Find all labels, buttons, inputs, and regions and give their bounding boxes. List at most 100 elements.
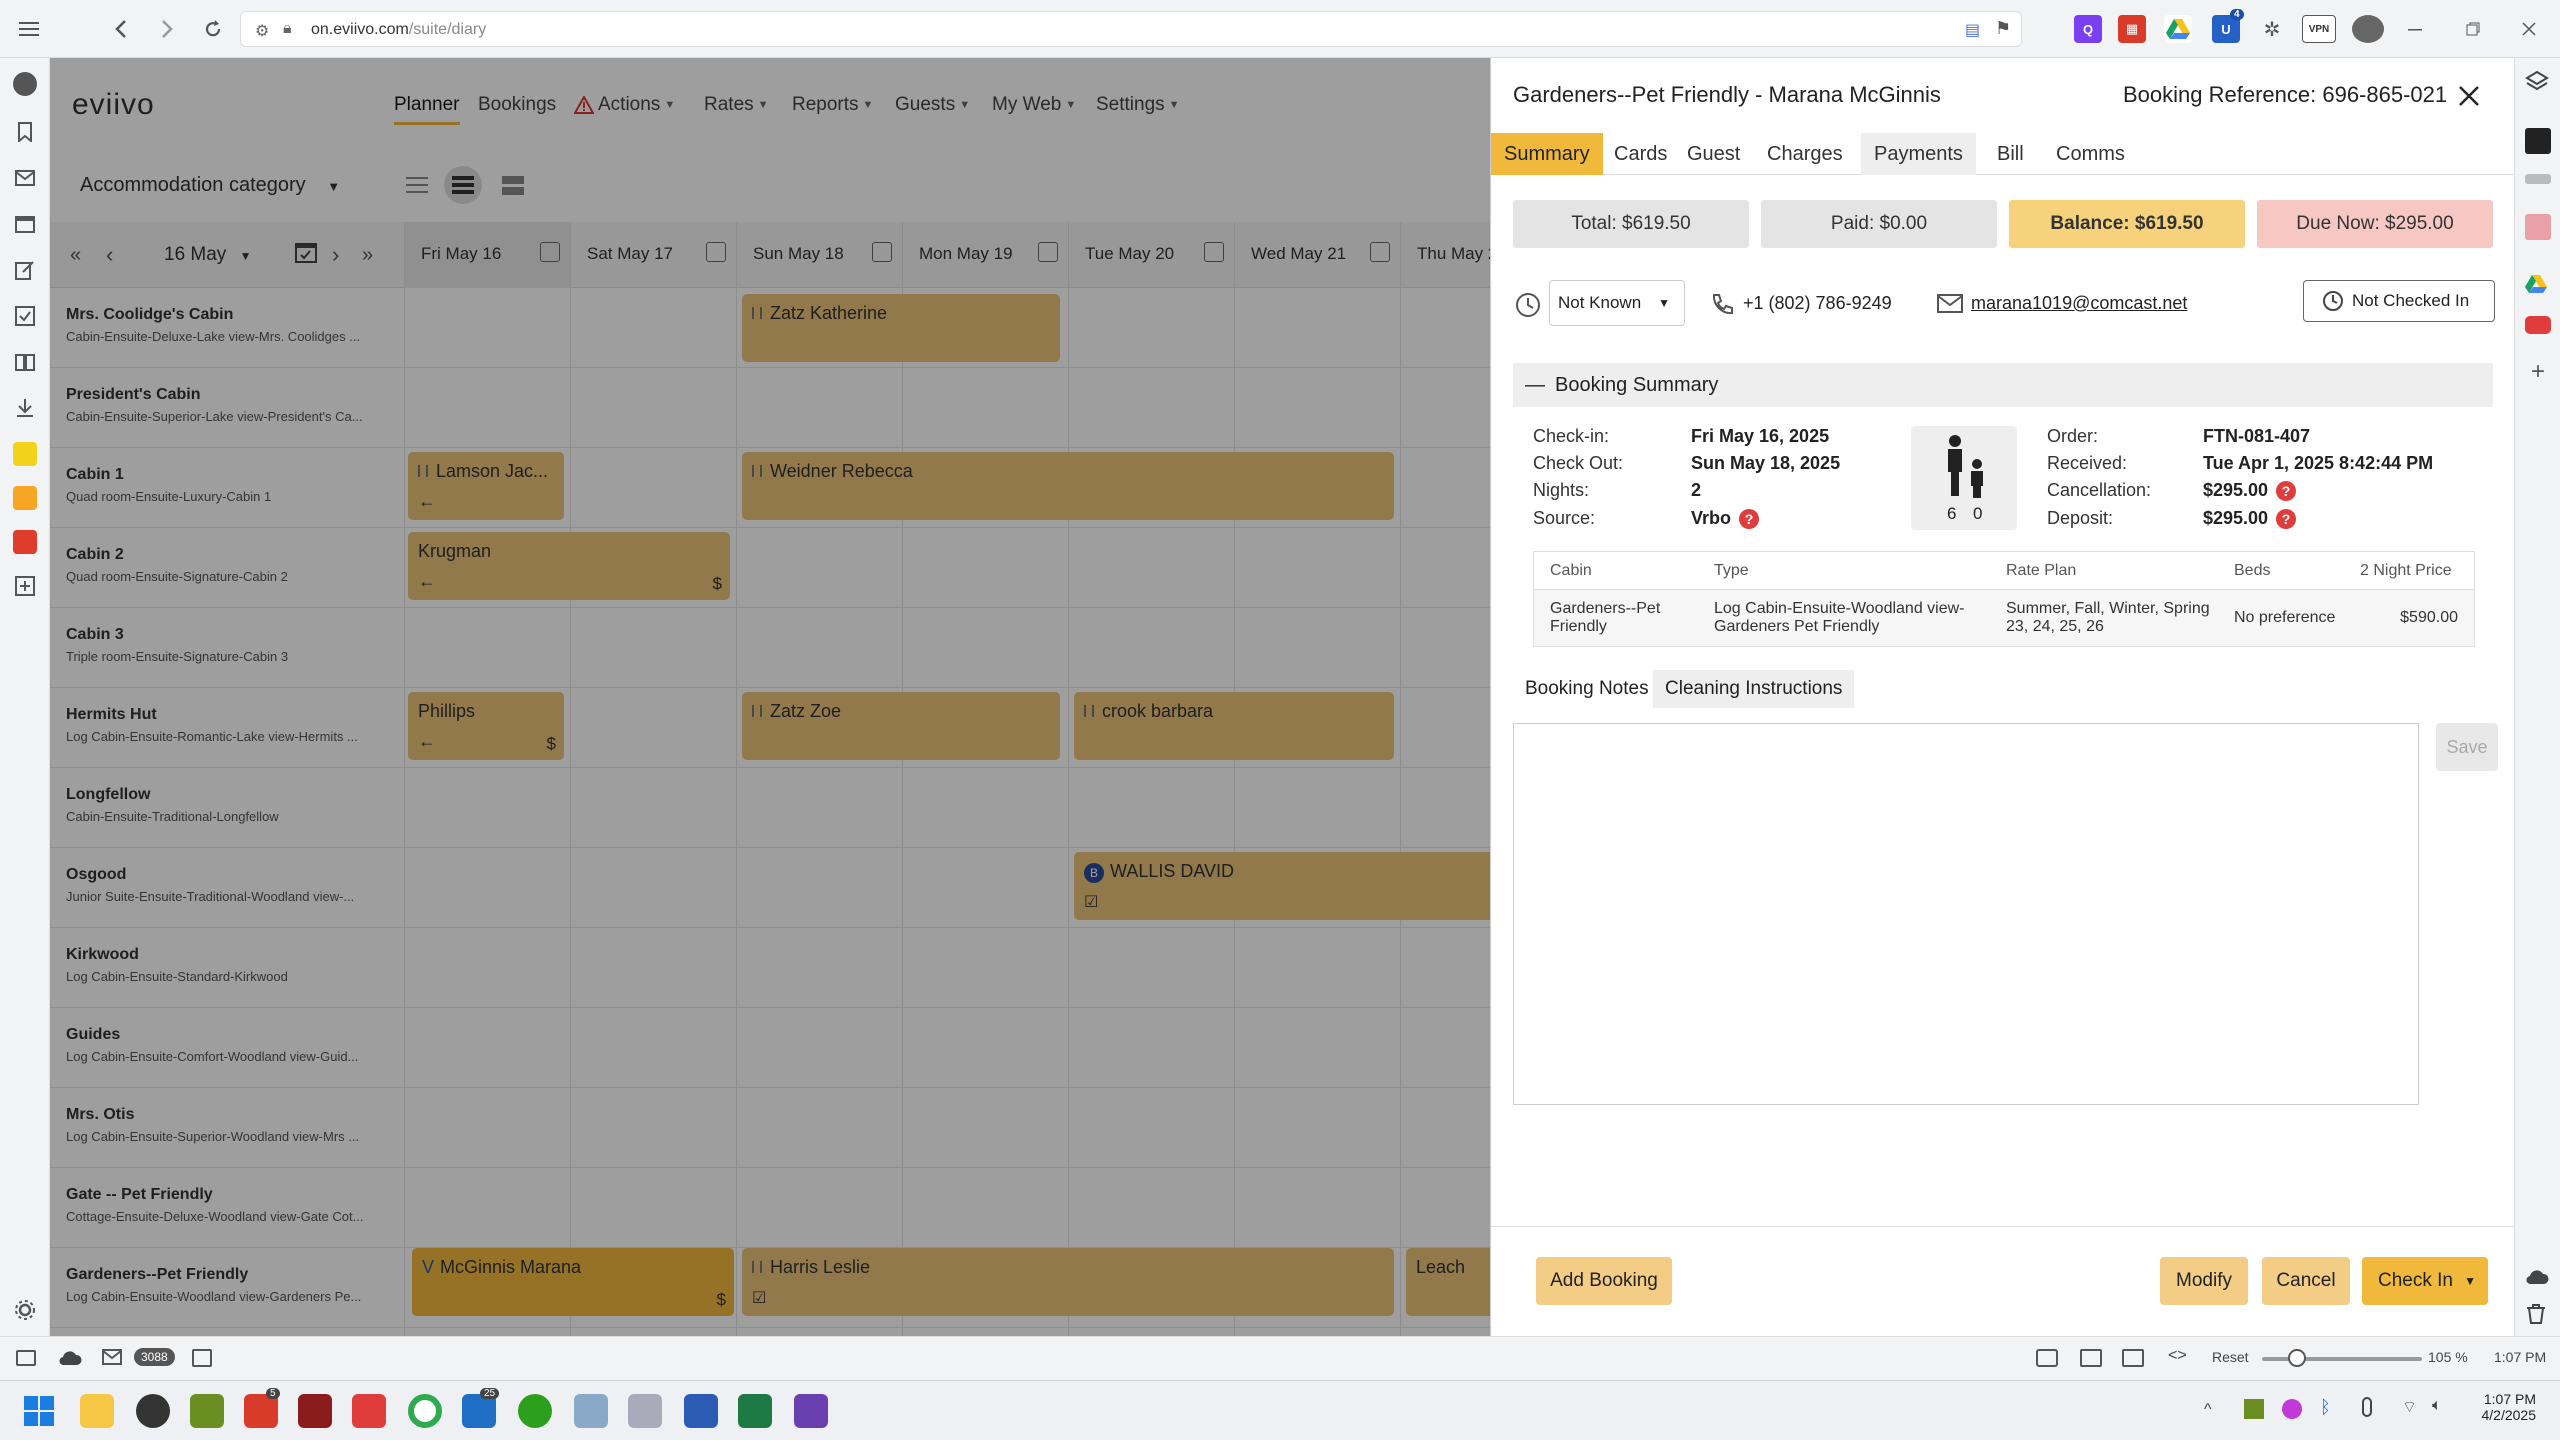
extension-bitwarden-icon[interactable]: U 4 (2212, 9, 2244, 43)
add-booking-button[interactable]: Add Booking (1536, 1257, 1672, 1305)
vivaldi-active-icon[interactable] (352, 1394, 386, 1428)
panel-tab-icon[interactable] (2525, 174, 2551, 184)
cancel-booking-button[interactable]: Cancel (2262, 1257, 2350, 1305)
trash-icon[interactable] (2525, 1302, 2551, 1328)
file-explorer-icon[interactable] (80, 1394, 114, 1428)
tray-app-icon[interactable] (2244, 1399, 2264, 1419)
snipping-tool-icon[interactable] (574, 1394, 608, 1428)
zoom-slider[interactable] (2262, 1349, 2422, 1367)
address-bar[interactable]: ⚙ 🔒︎ on.eviivo.com/suite/diary ▤ ⚑ (240, 11, 2022, 47)
extension-pdf-icon[interactable]: ▦ (2118, 15, 2146, 43)
tab-summary[interactable]: Summary (1491, 133, 1603, 175)
screenshot-icon[interactable] (2036, 1349, 2058, 1367)
collapse-icon[interactable]: — (1525, 363, 1545, 407)
mail-icon[interactable] (102, 1349, 122, 1365)
printer-icon[interactable] (628, 1394, 662, 1428)
drive-icon[interactable] (2525, 274, 2551, 300)
app-red-icon[interactable]: 5 (244, 1388, 280, 1428)
site-settings-icon[interactable]: ⚙ (255, 21, 269, 41)
check-in-button[interactable]: Check In ▼ (2362, 1257, 2488, 1305)
panel-toggle-icon[interactable] (16, 1350, 36, 1366)
volume-icon[interactable]: 🔈︎ (2432, 1397, 2442, 1415)
windows-start-icon[interactable] (22, 1394, 56, 1428)
calendar-icon[interactable] (192, 1349, 212, 1367)
modal-overlay[interactable] (50, 58, 1490, 1336)
email-link[interactable]: marana1019@comcast.net (1971, 293, 2187, 314)
page-actions-icon[interactable]: <> (2168, 1347, 2187, 1365)
youtube-icon[interactable] (2525, 316, 2551, 334)
forward-icon[interactable] (152, 14, 182, 44)
restore-icon[interactable] (2458, 14, 2488, 44)
phone-number[interactable]: +1 (802) 786-9249 (1743, 293, 1892, 314)
minimize-icon[interactable] (2400, 14, 2430, 44)
tab-payments[interactable]: Payments (1861, 133, 1976, 175)
panel-active-icon[interactable] (2525, 128, 2551, 154)
extension-drive-icon[interactable] (2164, 15, 2192, 43)
page-tiling-icon[interactable] (2122, 1349, 2144, 1367)
tab-booking-notes[interactable]: Booking Notes (1513, 670, 1661, 708)
tab-cleaning-instructions[interactable]: Cleaning Instructions (1653, 670, 1855, 708)
reading-list-icon[interactable] (13, 350, 37, 374)
microphone-icon[interactable] (2362, 1397, 2372, 1417)
save-notes-button[interactable]: Save (2436, 723, 2498, 771)
arrival-time-select[interactable]: Not Known ▼ (1549, 280, 1685, 326)
wifi-icon[interactable]: ⌔ (2402, 1397, 2417, 1417)
vpn-icon[interactable]: VPN (2302, 15, 2336, 43)
add-panel-icon[interactable]: + (2525, 360, 2551, 386)
tray-chevron-icon[interactable]: ^ (2204, 1401, 2212, 1419)
reader-icon[interactable]: ▤ (1965, 20, 1980, 40)
tab-bill[interactable]: Bill (1984, 133, 2037, 175)
chevron-down-icon: ▼ (2464, 1274, 2476, 1288)
profile-avatar-icon[interactable] (2352, 15, 2384, 43)
downloads-icon[interactable] (13, 396, 37, 420)
extensions-puzzle-icon[interactable]: ✲ (2258, 15, 2286, 43)
window-close-icon[interactable] (2514, 14, 2544, 44)
add-panel-icon[interactable] (13, 574, 37, 598)
bookmarks-icon[interactable] (13, 120, 37, 144)
layers-icon[interactable] (2525, 70, 2551, 96)
lock-icon: 🔒︎ (283, 20, 292, 37)
notes-icon[interactable] (13, 258, 37, 282)
help-icon: ? (2276, 481, 2297, 501)
modify-button[interactable]: Modify (2160, 1257, 2248, 1305)
app-dark-red-icon[interactable] (298, 1394, 332, 1428)
chrome-icon[interactable] (408, 1394, 442, 1428)
sync-cloud-icon[interactable] (58, 1349, 82, 1367)
booking-summary-header[interactable]: — Booking Summary (1513, 363, 2493, 407)
back-icon[interactable] (106, 14, 136, 44)
bluetooth-icon[interactable]: ᛒ (2320, 1397, 2331, 1418)
word-icon[interactable] (684, 1394, 718, 1428)
panel-app-yellow-icon[interactable] (13, 442, 37, 466)
zoom-reset-button[interactable]: Reset (2212, 1349, 2249, 1365)
mail-icon[interactable] (13, 166, 37, 190)
panel-app-icon[interactable] (2525, 214, 2551, 240)
tab-charges[interactable]: Charges (1754, 133, 1856, 175)
booking-notes-textarea[interactable] (1513, 723, 2419, 1105)
extension-search-icon[interactable]: Q (2074, 15, 2102, 43)
zoom-slider-thumb[interactable] (2288, 1349, 2306, 1367)
bookmark-icon[interactable]: ⚑ (1995, 18, 2011, 39)
excel-icon[interactable] (738, 1394, 772, 1428)
quickbooks-icon[interactable] (518, 1394, 552, 1428)
reload-icon[interactable] (198, 14, 228, 44)
calendar-icon[interactable] (13, 212, 37, 236)
tab-cards[interactable]: Cards (1601, 133, 1680, 175)
qcom-icon[interactable] (794, 1394, 828, 1428)
tab-comms[interactable]: Comms (2043, 133, 2138, 175)
cloud-icon[interactable] (2525, 1268, 2551, 1294)
taskbar-clock[interactable]: 1:07 PM 4/2/2025 (2476, 1391, 2537, 1423)
tab-guest[interactable]: Guest (1674, 133, 1753, 175)
tray-app-icon[interactable] (2282, 1399, 2302, 1419)
checkin-status-button[interactable]: Not Checked In (2303, 280, 2495, 322)
settings-gear-icon[interactable] (13, 1298, 37, 1322)
vivaldi-icon[interactable] (13, 72, 37, 96)
tasks-icon[interactable] (13, 304, 37, 328)
panel-app-red-icon[interactable] (13, 530, 37, 554)
close-panel-icon[interactable] (2453, 80, 2485, 112)
vivaldi-taskbar-icon[interactable] (136, 1394, 170, 1428)
menu-icon[interactable] (14, 14, 44, 44)
panel-app-orange-icon[interactable] (13, 486, 37, 510)
image-toggle-icon[interactable] (2080, 1349, 2102, 1367)
outlook-icon[interactable]: 25 (462, 1388, 500, 1428)
app-icon[interactable] (190, 1394, 224, 1428)
